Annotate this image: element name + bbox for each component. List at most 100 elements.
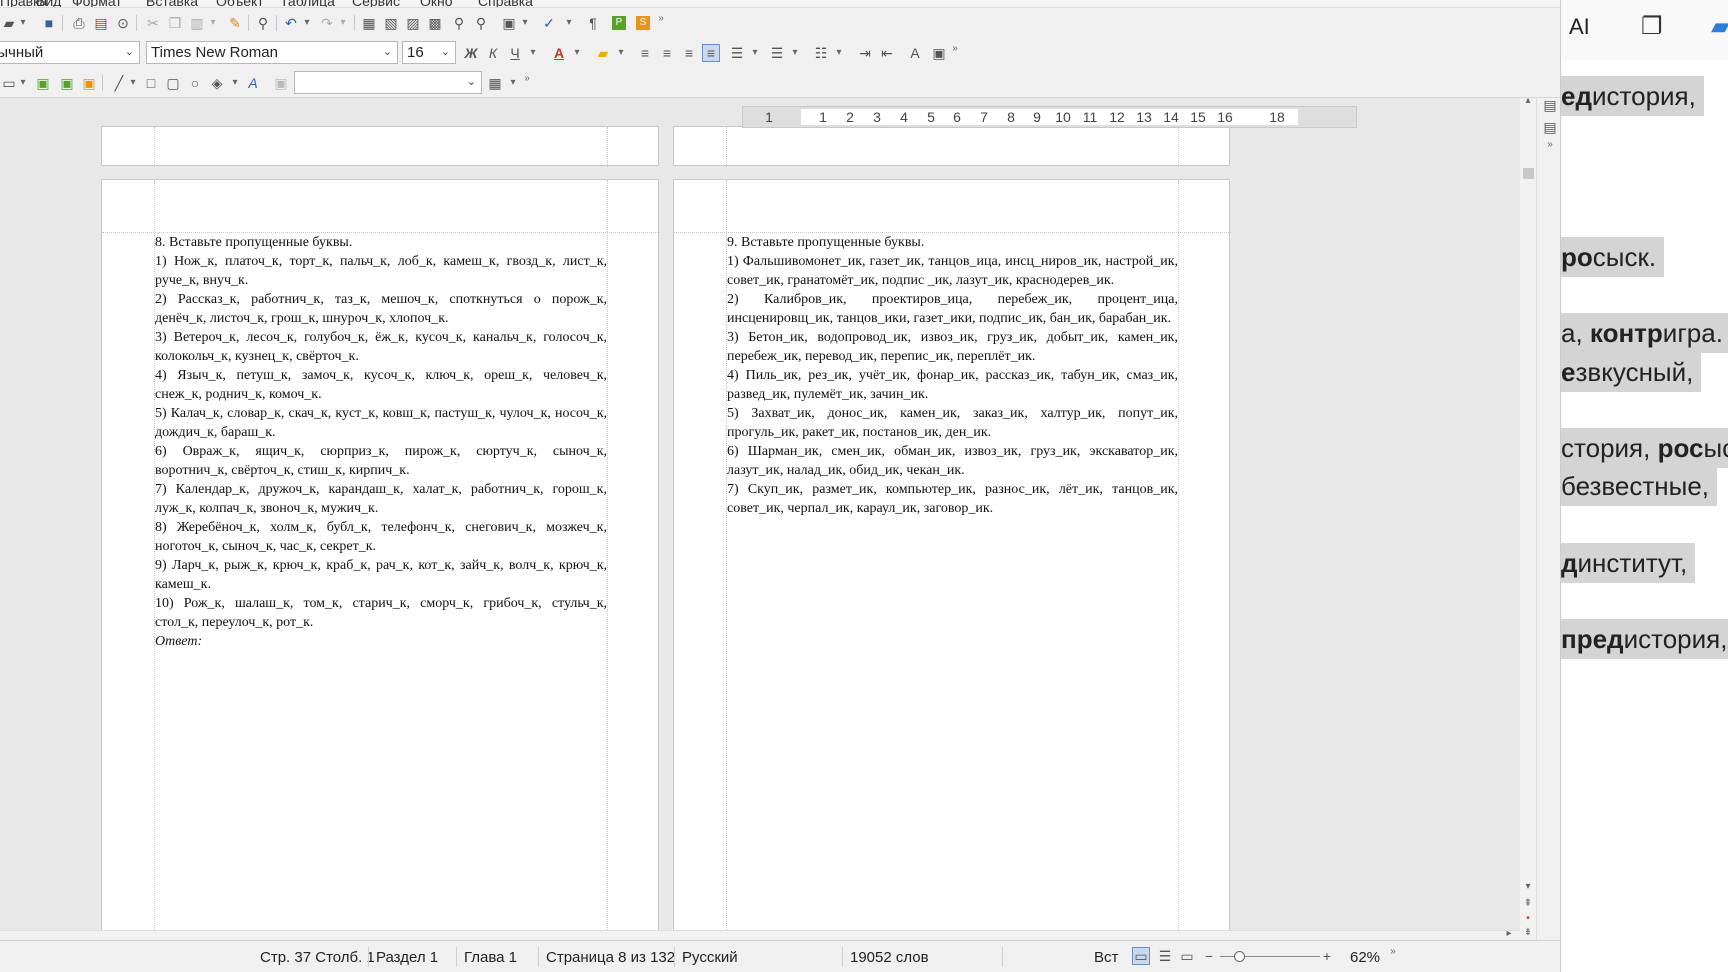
outline-list-icon[interactable]: ☷ <box>812 44 830 62</box>
paragraph-dialog-icon[interactable]: ▣ <box>930 44 948 62</box>
frame-icon[interactable]: ▣ <box>34 74 52 92</box>
border-icon[interactable]: ▦ <box>486 74 504 92</box>
shapes-dropdown-icon[interactable]: ▾ <box>230 74 240 92</box>
open-icon[interactable]: ▰ <box>0 14 18 32</box>
undo-dropdown-icon[interactable]: ▾ <box>302 14 312 32</box>
horizontal-ruler[interactable]: 1 1 2 3 4 5 6 7 8 9 10 11 12 13 14 15 16… <box>742 106 1357 128</box>
bullet-list-icon[interactable]: ☰ <box>728 44 746 62</box>
align-right-icon[interactable]: ≡ <box>680 44 698 62</box>
paste-dropdown-icon[interactable]: ▾ <box>208 14 218 32</box>
chevron-down-icon[interactable]: ⌄ <box>467 72 476 93</box>
menu-view[interactable]: Вид <box>36 0 61 7</box>
highlight-icon[interactable]: ▰ <box>594 44 612 62</box>
spellcheck-icon[interactable]: ✓ <box>540 14 558 32</box>
save-icon[interactable]: ■ <box>40 14 58 32</box>
line-dropdown-icon[interactable]: ▾ <box>128 74 138 92</box>
form-icon[interactable]: ▣ <box>80 74 98 92</box>
status-word-count[interactable]: 19052 слов <box>850 949 929 966</box>
menu-insert[interactable]: Вставка <box>146 0 198 7</box>
spellcheck-dropdown-icon[interactable]: ▾ <box>564 14 574 32</box>
more-toolbar-icon[interactable]: » <box>656 10 666 28</box>
menu-window[interactable]: Окно <box>420 0 453 7</box>
sidebar-expand-icon[interactable]: » <box>1545 136 1555 154</box>
insert-image-icon[interactable]: ▧ <box>382 14 400 32</box>
font-name-combo[interactable]: Times New Roman ⌄ <box>146 41 398 64</box>
toggle-extrusion-icon[interactable]: ▣ <box>272 74 290 92</box>
text-frame-icon[interactable]: ▣ <box>58 74 76 92</box>
status-page[interactable]: Страница 8 из 132 <box>546 949 675 966</box>
outline-list-dropdown-icon[interactable]: ▾ <box>834 44 844 62</box>
paste-icon[interactable]: ▥ <box>188 14 206 32</box>
font-color-icon[interactable]: A <box>550 44 568 62</box>
status-language[interactable]: Русский <box>682 949 738 966</box>
clone-formatting-icon[interactable]: ✎ <box>226 14 244 32</box>
copy-icon[interactable]: ❐ <box>166 14 184 32</box>
font-size-combo[interactable]: 16 ⌄ <box>402 41 456 64</box>
highlight-dropdown-icon[interactable]: ▾ <box>616 44 626 62</box>
decrease-indent-icon[interactable]: ⇤ <box>878 44 896 62</box>
cut-icon[interactable]: ✂ <box>144 14 162 32</box>
chevron-down-icon[interactable]: ▾ <box>1523 878 1533 896</box>
more-status-icon[interactable]: » <box>1388 943 1398 961</box>
area-style-combo[interactable]: ⌄ <box>294 71 482 94</box>
underline-button[interactable]: Ч <box>506 44 524 62</box>
insert-table-icon[interactable]: ▦ <box>360 14 378 32</box>
chevron-down-icon[interactable]: ⌄ <box>383 42 392 63</box>
chevron-down-icon[interactable]: ⌄ <box>125 42 134 63</box>
more-toolbar-icon[interactable]: » <box>522 70 532 88</box>
find-replace-icon[interactable]: ⚲ <box>472 14 490 32</box>
character-icon[interactable]: A <box>906 44 924 62</box>
page-left-text[interactable]: 8. Вставьте пропущенные буквы. 1) Нож_к,… <box>155 233 607 651</box>
undo-icon[interactable]: ↶ <box>282 14 300 32</box>
increase-indent-icon[interactable]: ⇥ <box>856 44 874 62</box>
single-page-view-icon[interactable]: ▭ <box>1132 947 1150 965</box>
menu-format[interactable]: Формат <box>72 0 122 7</box>
s-orange-icon[interactable]: S <box>636 16 650 30</box>
scroll-thumb[interactable] <box>1523 168 1534 179</box>
border-dropdown-icon[interactable]: ▾ <box>508 74 518 92</box>
italic-button[interactable]: К <box>484 44 502 62</box>
menu-tools[interactable]: Сервис <box>352 0 400 7</box>
align-center-icon[interactable]: ≡ <box>658 44 676 62</box>
status-insert-mode[interactable]: Вст <box>1094 949 1118 966</box>
menu-object[interactable]: Объект <box>216 0 264 7</box>
paragraph-style-combo[interactable]: Обычный ⌄ <box>0 41 140 64</box>
insert-chart-icon[interactable]: ▨ <box>404 14 422 32</box>
book-view-icon[interactable]: ▭ <box>1178 947 1196 965</box>
print-preview-icon[interactable]: ⊙ <box>114 14 132 32</box>
zoom-percent[interactable]: 62% <box>1350 949 1380 966</box>
menu-help[interactable]: Справка <box>478 0 533 7</box>
multi-page-view-icon[interactable]: ☰ <box>1156 947 1174 965</box>
chevron-down-icon[interactable]: ⌄ <box>441 42 450 63</box>
zoom-icon[interactable]: ⚲ <box>450 14 468 32</box>
more-toolbar-icon[interactable]: » <box>950 40 960 58</box>
properties-icon[interactable]: ▤ <box>1541 96 1559 114</box>
ai-label[interactable]: AI <box>1569 14 1590 40</box>
bold-button[interactable]: Ж <box>462 44 480 62</box>
menu-table[interactable]: Таблица <box>280 0 335 7</box>
insert-field-dropdown-icon[interactable]: ▾ <box>520 14 530 32</box>
vertical-scrollbar[interactable]: ▴ ▾ ⇞ • ⇟ <box>1520 96 1536 940</box>
ellipse-icon[interactable]: ○ <box>186 74 204 92</box>
styles-icon[interactable]: ▤ <box>1541 118 1559 136</box>
insert-field-icon[interactable]: ▣ <box>500 14 518 32</box>
numbered-list-dropdown-icon[interactable]: ▾ <box>790 44 800 62</box>
line-icon[interactable]: ╱ <box>110 74 128 92</box>
font-color-dropdown-icon[interactable]: ▾ <box>572 44 582 62</box>
zoom-slider-handle[interactable] <box>1234 951 1245 962</box>
export-pdf-icon[interactable]: ▤ <box>92 14 110 32</box>
open-dropdown-icon[interactable]: ▾ <box>18 14 28 32</box>
fontwork-icon[interactable]: A <box>244 74 262 92</box>
document-workspace[interactable]: 8. Вставьте пропущенные буквы. 1) Нож_к,… <box>0 98 1536 940</box>
numbered-list-icon[interactable]: ☰ <box>768 44 786 62</box>
print-icon[interactable]: ⎙ <box>70 14 88 32</box>
underline-dropdown-icon[interactable]: ▾ <box>528 44 538 62</box>
p-green-icon[interactable]: P <box>612 16 626 30</box>
find-icon[interactable]: ⚲ <box>254 14 272 32</box>
formatting-marks-icon[interactable]: ¶ <box>584 14 602 32</box>
redo-icon[interactable]: ↷ <box>318 14 336 32</box>
align-left-icon[interactable]: ≡ <box>636 44 654 62</box>
rectangle-icon[interactable]: □ <box>142 74 160 92</box>
redo-dropdown-icon[interactable]: ▾ <box>338 14 348 32</box>
zoom-out-icon[interactable]: − <box>1200 947 1218 965</box>
